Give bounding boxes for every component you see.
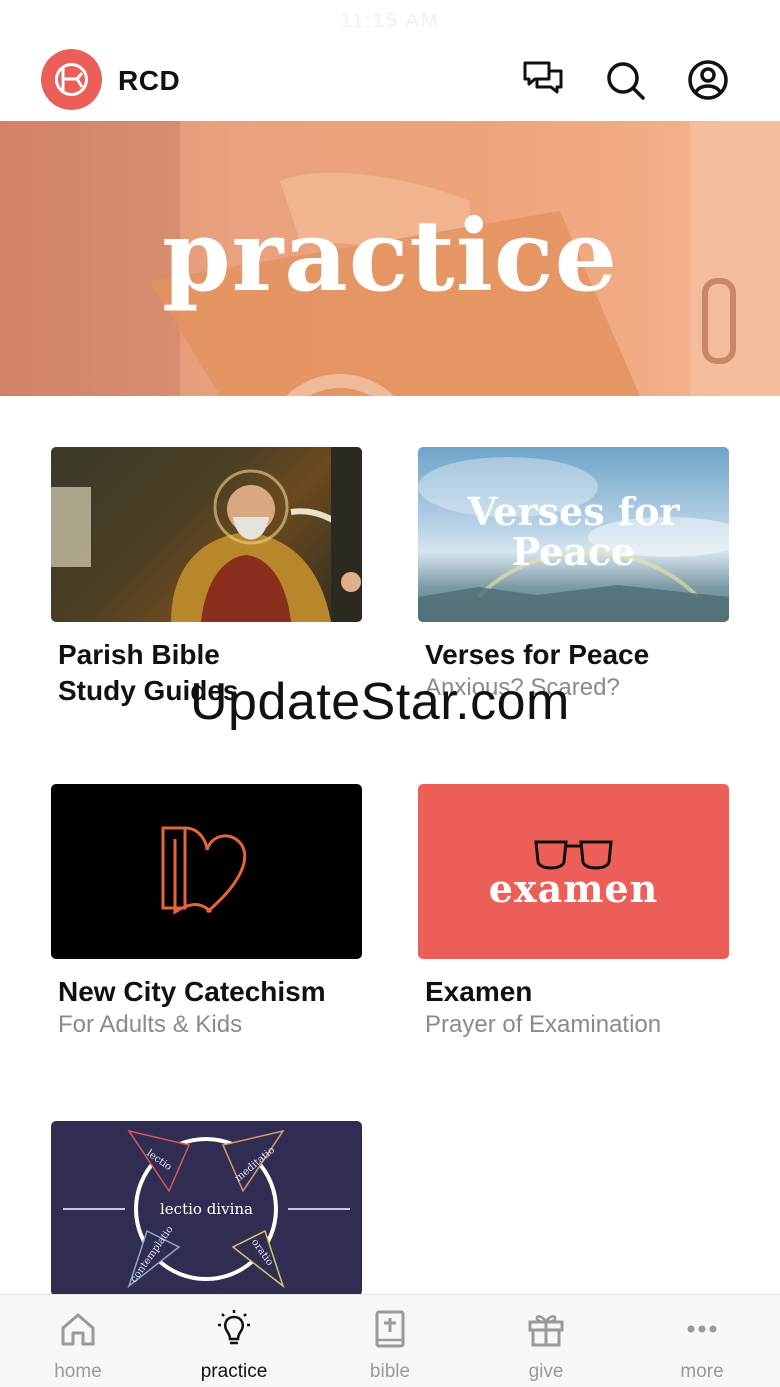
catechism-thumbnail: [51, 784, 362, 959]
card-subtitle: Prayer of Examination: [425, 1011, 662, 1038]
app-header: RCD: [0, 40, 780, 120]
home-icon: [61, 1313, 95, 1346]
card-title: Examen: [425, 976, 533, 1007]
verses-for-peace-thumbnail: Verses for Peace: [418, 447, 729, 622]
tab-give[interactable]: give: [468, 1295, 624, 1387]
bottom-tab-bar: home practice bible give more: [0, 1294, 780, 1387]
bible-icon: [375, 1310, 405, 1348]
tab-home[interactable]: home: [0, 1295, 156, 1387]
tab-label: more: [680, 1361, 724, 1382]
card-title: New City Catechism: [58, 976, 326, 1007]
app-title: RCD: [118, 65, 181, 96]
card-lectio-divina[interactable]: lectio divina lectio meditatio contempla…: [51, 1121, 362, 1296]
tab-more[interactable]: more: [624, 1295, 780, 1387]
card-subtitle: For Adults & Kids: [58, 1011, 243, 1038]
lightbulb-icon: [218, 1310, 250, 1345]
watermark-text: UpdateStar.com: [190, 673, 570, 731]
status-time: 11:15 AM: [340, 10, 440, 32]
parish-bible-thumbnail: [51, 447, 362, 622]
lectio-divina-thumbnail: lectio divina lectio meditatio contempla…: [51, 1121, 362, 1296]
verses-thumb-text: Verses for Peace: [467, 489, 680, 574]
card-new-city-catechism[interactable]: New City Catechism For Adults & Kids: [51, 784, 362, 1044]
profile-icon[interactable]: [686, 58, 730, 102]
tab-label: give: [528, 1361, 564, 1382]
card-examen[interactable]: examen Examen Prayer of Examination: [418, 784, 729, 1044]
examen-thumb-text: examen: [488, 866, 659, 911]
tab-label: home: [54, 1361, 102, 1382]
search-icon[interactable]: [603, 58, 647, 102]
catechism-book-heart-icon: [161, 826, 247, 915]
card-verses-for-peace[interactable]: Verses for Peace Verses for Peace Anxiou…: [418, 447, 729, 707]
tab-label: bible: [369, 1361, 411, 1382]
card-title: Verses for Peace: [425, 639, 650, 670]
tab-label: practice: [200, 1361, 268, 1382]
rcd-logo-mark-icon: [55, 63, 88, 96]
card-parish-bible-study-guides[interactable]: Parish Bible Study Guides: [51, 447, 362, 707]
more-icon: [687, 1325, 717, 1333]
gift-icon: [528, 1315, 564, 1347]
saint-painting-image: [51, 447, 362, 622]
practice-hero-banner: practice: [0, 121, 780, 396]
tab-practice[interactable]: practice: [156, 1295, 312, 1387]
rcd-logo[interactable]: [41, 49, 102, 110]
lectio-thumb-text: lectio divina: [160, 1200, 253, 1218]
examen-thumbnail: examen: [418, 784, 729, 959]
tab-bible[interactable]: bible: [312, 1295, 468, 1387]
chat-icon[interactable]: [521, 58, 565, 102]
hero-title: practice: [162, 199, 618, 314]
